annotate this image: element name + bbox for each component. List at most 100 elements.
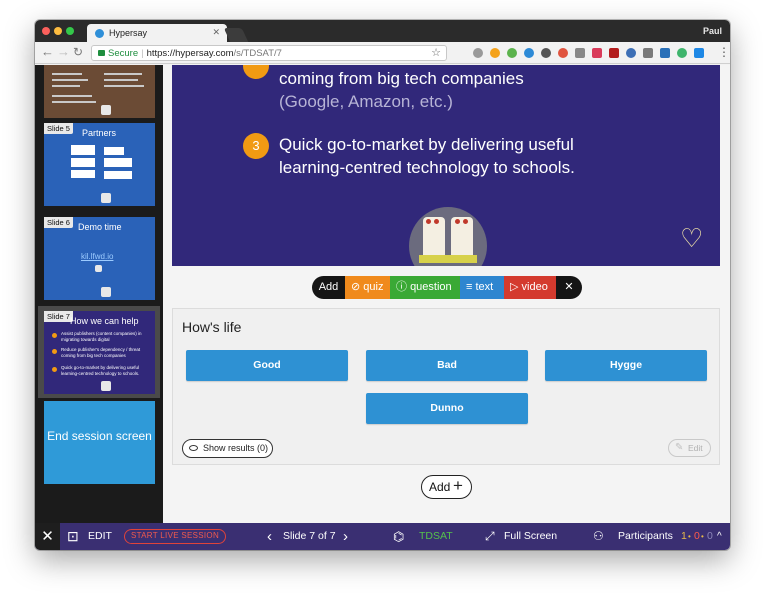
- slide-thumbnail-title: Partners: [82, 128, 117, 138]
- lock-icon: [98, 50, 105, 56]
- maximize-window-button[interactable]: [66, 27, 74, 35]
- count-separator: •: [688, 532, 691, 541]
- slide-preview: coming from big tech companies (Google, …: [172, 65, 720, 266]
- share-icon[interactable]: ⌬: [393, 523, 404, 550]
- slide-sidebar: Slide 5 Partners Slide 6 Demo time kil.l…: [35, 65, 163, 523]
- heart-icon[interactable]: ♡: [680, 223, 703, 254]
- extension-icon[interactable]: [609, 48, 619, 58]
- partner-logo: [71, 170, 95, 178]
- answer-option-hygge[interactable]: Hygge: [545, 350, 707, 381]
- add-video-button[interactable]: ▷ video: [504, 276, 556, 299]
- new-tab-button[interactable]: [223, 28, 249, 42]
- bookmark-star-icon[interactable]: ☆: [431, 46, 441, 59]
- browser-toolbar: ← → ↻ Secure | https://hypersay.com/s/TDSA…: [35, 42, 730, 64]
- slide-thumbnail-5[interactable]: Slide 5 Partners: [44, 123, 155, 206]
- participant-count-2: 0: [694, 530, 700, 542]
- start-live-session-button[interactable]: START LIVE SESSION: [124, 529, 226, 544]
- play-icon: ▷: [510, 281, 522, 293]
- forward-arrow-icon[interactable]: →: [57, 45, 70, 59]
- browser-tab[interactable]: Hypersay ✕: [87, 24, 227, 42]
- extension-icon[interactable]: [660, 48, 670, 58]
- reload-icon[interactable]: ↻: [73, 45, 83, 59]
- session-code[interactable]: TDSAT: [419, 523, 453, 550]
- slide-number-label: Slide 7: [44, 311, 73, 322]
- address-bar[interactable]: Secure | https://hypersay.com/s/TDSAT/7 ☆: [91, 45, 447, 61]
- previous-slide-icon[interactable]: ‹: [267, 523, 272, 550]
- demo-link: kil.lfwd.io: [81, 252, 114, 261]
- end-session-thumbnail[interactable]: End session screen: [44, 401, 155, 484]
- add-quiz-label: quiz: [363, 281, 384, 293]
- add-label: Add: [318, 281, 339, 293]
- answer-option-dunno[interactable]: Dunno: [366, 393, 528, 424]
- slide-line-1: coming from big tech companies: [279, 69, 524, 88]
- fullscreen-icon[interactable]: ⤢: [485, 523, 495, 550]
- participant-count-3: 0: [707, 530, 713, 542]
- minimize-window-button[interactable]: [54, 27, 62, 35]
- answer-option-bad[interactable]: Bad: [366, 350, 528, 381]
- tab-title: Hypersay: [109, 28, 148, 38]
- extension-icon[interactable]: [490, 48, 500, 58]
- tab-close-icon[interactable]: ✕: [212, 27, 220, 38]
- main-content: coming from big tech companies (Google, …: [163, 65, 730, 523]
- extension-icon[interactable]: [575, 48, 585, 58]
- profile-name[interactable]: Paul: [703, 26, 722, 36]
- chevron-up-icon[interactable]: ^: [717, 523, 722, 550]
- extension-icon[interactable]: [626, 48, 636, 58]
- slide-thumbnail-6[interactable]: Slide 6 Demo time kil.lfwd.io: [44, 217, 155, 300]
- add-content-button[interactable]: Add +: [421, 475, 472, 499]
- edit-question-button[interactable]: ✎ Edit: [668, 439, 711, 457]
- hypersay-app: Slide 5 Partners Slide 6 Demo time kil.l…: [35, 65, 730, 550]
- presentation-edit-icon[interactable]: ⊡: [67, 523, 79, 550]
- extension-icon[interactable]: [592, 48, 602, 58]
- partner-logo: [71, 145, 95, 155]
- slide-line-3: Quick go-to-market by delivering useful: [279, 135, 574, 154]
- slide-line-2: (Google, Amazon, etc.): [279, 92, 453, 111]
- end-session-title: End session screen: [47, 429, 152, 443]
- partner-logo: [104, 158, 132, 167]
- close-window-button[interactable]: [42, 27, 50, 35]
- extension-icon[interactable]: [524, 48, 534, 58]
- participants-icon[interactable]: ⚇: [593, 523, 604, 550]
- extension-icon[interactable]: [643, 48, 653, 58]
- extension-icon[interactable]: [507, 48, 517, 58]
- extension-icon[interactable]: [473, 48, 483, 58]
- presenter-illustration: [409, 207, 487, 266]
- add-text-button[interactable]: ≡ text: [460, 276, 504, 299]
- add-question-button[interactable]: ⓘ question: [390, 276, 460, 299]
- participants-label[interactable]: Participants: [618, 523, 673, 550]
- fullscreen-button[interactable]: Full Screen: [504, 523, 557, 550]
- extension-icon[interactable]: [694, 48, 704, 58]
- show-results-button[interactable]: Show results (0): [182, 439, 273, 458]
- extension-icon[interactable]: [677, 48, 687, 58]
- thumbnail-bullet: Assist publishers (content companies) in…: [61, 331, 142, 342]
- url-path: /s/TDSAT/7: [233, 48, 282, 59]
- back-arrow-icon[interactable]: ←: [41, 45, 54, 59]
- slide-thumbnail[interactable]: [44, 65, 155, 118]
- add-video-label: video: [521, 281, 548, 293]
- slide-line-4: learning-centred technology to schools.: [279, 158, 575, 177]
- bullet-number-2: [243, 65, 269, 79]
- edit-label: Edit: [688, 443, 703, 453]
- next-slide-icon[interactable]: ›: [343, 523, 348, 550]
- check-circle-icon: ⊘: [351, 281, 364, 293]
- add-content-label: Add: [429, 480, 451, 494]
- partner-logo: [71, 158, 95, 167]
- partner-logo: [104, 171, 132, 179]
- answer-option-good[interactable]: Good: [186, 350, 348, 381]
- eye-icon: [189, 445, 198, 451]
- edit-label[interactable]: EDIT: [88, 523, 112, 550]
- question-card: How's life Good Bad Hygge Dunno Show res…: [172, 308, 720, 465]
- extension-icon[interactable]: [558, 48, 568, 58]
- browser-menu-icon[interactable]: ⋮: [718, 45, 730, 59]
- extension-icon[interactable]: [541, 48, 551, 58]
- slide-thumbnail-7[interactable]: Slide 7 How we can help Assist publisher…: [44, 311, 155, 394]
- thumbnail-bullet: Reduce publisher's dependency / threat c…: [61, 347, 141, 358]
- close-presenter-button[interactable]: ✕: [35, 523, 60, 550]
- presenter-bottom-bar: ✕ ⊡ EDIT START LIVE SESSION ‹ Slide 7 of…: [35, 523, 730, 550]
- add-quiz-button[interactable]: ⊘ quiz: [345, 276, 390, 299]
- partner-logo: [104, 147, 124, 155]
- bullet-number-3: 3: [243, 133, 269, 159]
- close-toolbar-button[interactable]: ✕: [556, 276, 582, 299]
- pencil-icon: ✎: [675, 442, 684, 453]
- slide-number-label: Slide 6: [44, 217, 73, 228]
